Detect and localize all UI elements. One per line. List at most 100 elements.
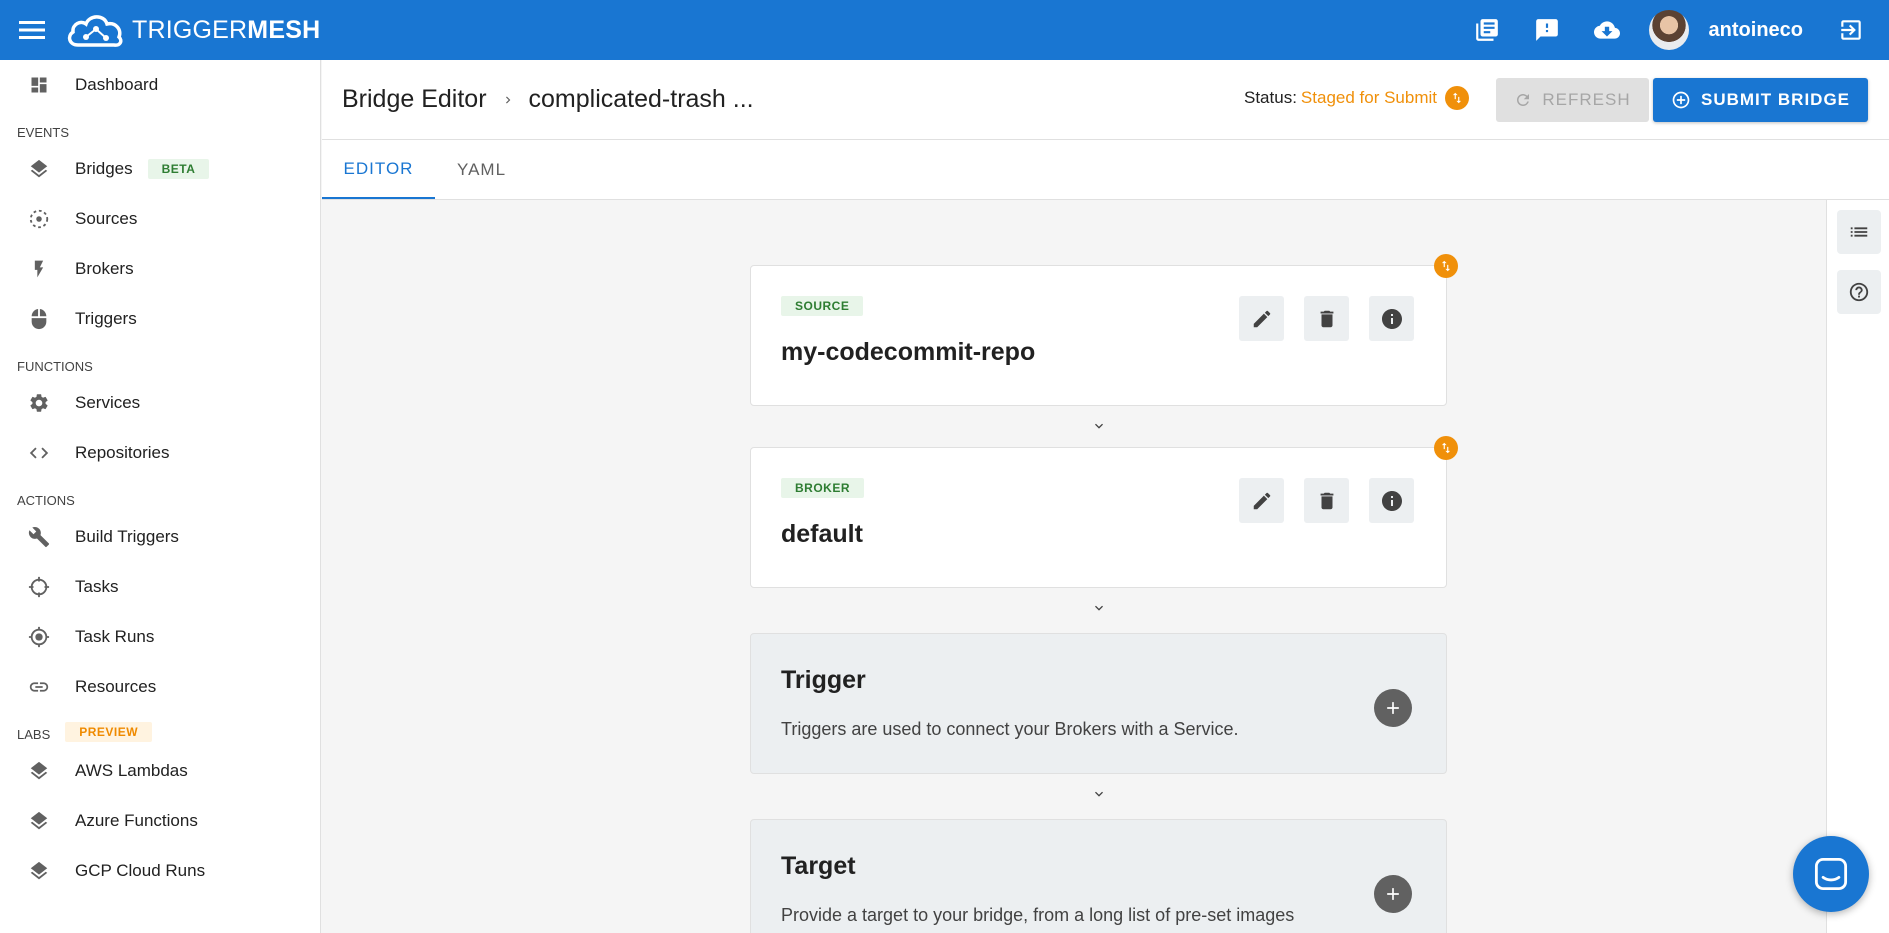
source-card[interactable]: SOURCE my-codecommit-repo xyxy=(750,254,1458,406)
info-button[interactable] xyxy=(1369,296,1414,341)
sync-icon xyxy=(1434,254,1458,278)
layers-icon xyxy=(27,809,51,833)
chevron-down-icon xyxy=(1090,599,1108,617)
sidebar-item-services[interactable]: Services xyxy=(0,378,320,428)
layers-icon xyxy=(27,759,51,783)
wrench-icon xyxy=(27,525,51,549)
info-icon xyxy=(1381,490,1402,511)
section-label-actions: ACTIONS xyxy=(17,493,75,508)
avatar[interactable] xyxy=(1648,10,1689,50)
dashboard-icon xyxy=(27,73,51,97)
target-title: Target xyxy=(781,852,856,880)
submit-bridge-button[interactable]: SUBMIT BRIDGE xyxy=(1653,78,1868,122)
plus-icon xyxy=(1387,702,1399,714)
sidebar-item-brokers[interactable]: Brokers xyxy=(0,244,320,294)
tab-yaml[interactable]: YAML xyxy=(435,140,528,199)
sidebar-item-build-triggers[interactable]: Build Triggers xyxy=(0,512,320,562)
layers-icon xyxy=(27,157,51,181)
sidebar-item-label: GCP Cloud Runs xyxy=(75,861,206,880)
info-button[interactable] xyxy=(1369,478,1414,523)
bolt-icon xyxy=(27,257,51,281)
add-target-button[interactable] xyxy=(1374,875,1412,913)
trigger-placeholder-card[interactable]: Trigger Triggers are used to connect you… xyxy=(750,633,1447,774)
trigger-title: Trigger xyxy=(781,666,866,694)
sidebar-item-tasks[interactable]: Tasks xyxy=(0,562,320,612)
refresh-button[interactable]: REFRESH xyxy=(1496,78,1649,122)
pencil-icon xyxy=(1253,310,1270,327)
edit-button[interactable] xyxy=(1239,478,1284,523)
tab-editor[interactable]: EDITOR xyxy=(322,140,435,199)
help-icon xyxy=(1849,282,1869,302)
chevron-down-icon xyxy=(1090,417,1108,435)
refresh-icon xyxy=(1517,94,1530,106)
delete-button[interactable] xyxy=(1304,478,1349,523)
pencil-icon xyxy=(1253,492,1270,509)
sidebar-item-label: Azure Functions xyxy=(75,811,198,830)
sidebar-item-label: Build Triggers xyxy=(75,527,179,546)
feedback-icon[interactable] xyxy=(1527,10,1567,50)
source-chip: SOURCE xyxy=(781,296,864,316)
logo[interactable]: TRIGGERMESH xyxy=(64,0,320,60)
sidebar-item-aws-lambdas[interactable]: AWS Lambdas xyxy=(0,746,320,796)
mouse-icon xyxy=(27,307,51,331)
breadcrumb-current: complicated-trash ... xyxy=(528,85,754,113)
crosshair-icon xyxy=(27,575,51,599)
chevron-down-icon xyxy=(1090,785,1108,803)
sidebar-item-gcp-cloud-runs[interactable]: GCP Cloud Runs xyxy=(0,846,320,896)
section-label-events: EVENTS xyxy=(17,125,70,140)
target-placeholder-card[interactable]: Target Provide a target to your bridge, … xyxy=(750,819,1447,933)
right-rail xyxy=(1826,200,1889,933)
breadcrumb: Bridge Editor complicated-trash ... xyxy=(342,85,754,114)
sidebar-item-dashboard[interactable]: Dashboard xyxy=(0,60,320,110)
cloud-download-icon[interactable] xyxy=(1587,10,1627,50)
code-icon xyxy=(27,441,51,465)
sidebar-item-repositories[interactable]: Repositories xyxy=(0,428,320,478)
source-target-icon xyxy=(27,207,51,231)
link-icon xyxy=(27,675,51,699)
chevron-right-icon xyxy=(501,93,515,107)
gps-icon xyxy=(27,625,51,649)
broker-chip: BROKER xyxy=(781,478,865,498)
sidebar-item-bridges[interactable]: Bridges BETA xyxy=(0,144,320,194)
source-name: my-codecommit-repo xyxy=(781,338,1036,366)
section-label-labs: LABS PREVIEW xyxy=(0,718,320,746)
sidebar-item-label: Task Runs xyxy=(75,627,155,646)
broker-card[interactable]: BROKER default xyxy=(750,436,1458,588)
layers-icon xyxy=(27,859,51,883)
chat-launcher-button[interactable] xyxy=(1793,836,1869,912)
sidebar-item-sources[interactable]: Sources xyxy=(0,194,320,244)
sidebar-item-label: Triggers xyxy=(75,309,137,328)
menu-icon[interactable] xyxy=(0,0,64,60)
sidebar-item-label: AWS Lambdas xyxy=(75,761,188,780)
help-button[interactable] xyxy=(1837,270,1881,314)
bridge-status: Status: Staged for Submit xyxy=(1244,86,1469,110)
target-description: Provide a target to your bridge, from a … xyxy=(781,905,1295,925)
add-trigger-button[interactable] xyxy=(1374,689,1412,727)
bridge-canvas: SOURCE my-codecommit-repo BROKER default… xyxy=(322,200,1826,933)
delete-button[interactable] xyxy=(1304,296,1349,341)
username[interactable]: antoineco xyxy=(1709,19,1803,42)
status-value: Staged for Submit xyxy=(1300,88,1437,107)
sync-icon xyxy=(1434,436,1458,460)
sidebar-item-azure-functions[interactable]: Azure Functions xyxy=(0,796,320,846)
edit-button[interactable] xyxy=(1239,296,1284,341)
trash-icon xyxy=(1320,310,1333,327)
sidebar-item-task-runs[interactable]: Task Runs xyxy=(0,612,320,662)
sidebar-item-label: Bridges xyxy=(75,159,133,178)
status-label: Status: xyxy=(1244,88,1297,107)
docs-icon[interactable] xyxy=(1467,10,1507,50)
sidebar-item-label: Tasks xyxy=(75,577,119,596)
sidebar-item-label: Resources xyxy=(75,677,157,696)
sync-icon xyxy=(1445,86,1469,110)
add-circle-icon xyxy=(1672,91,1690,109)
logo-text: TRIGGERMESH xyxy=(132,15,321,44)
chat-icon xyxy=(1814,857,1848,891)
editor-tabs: EDITOR YAML xyxy=(322,140,1889,200)
list-button[interactable] xyxy=(1837,210,1881,254)
sidebar-item-triggers[interactable]: Triggers xyxy=(0,294,320,344)
sidebar-item-label: Brokers xyxy=(75,259,134,278)
sidebar-item-resources[interactable]: Resources xyxy=(0,662,320,712)
breadcrumb-root[interactable]: Bridge Editor xyxy=(342,85,487,114)
logout-icon[interactable] xyxy=(1831,10,1871,50)
broker-name: default xyxy=(781,520,863,548)
